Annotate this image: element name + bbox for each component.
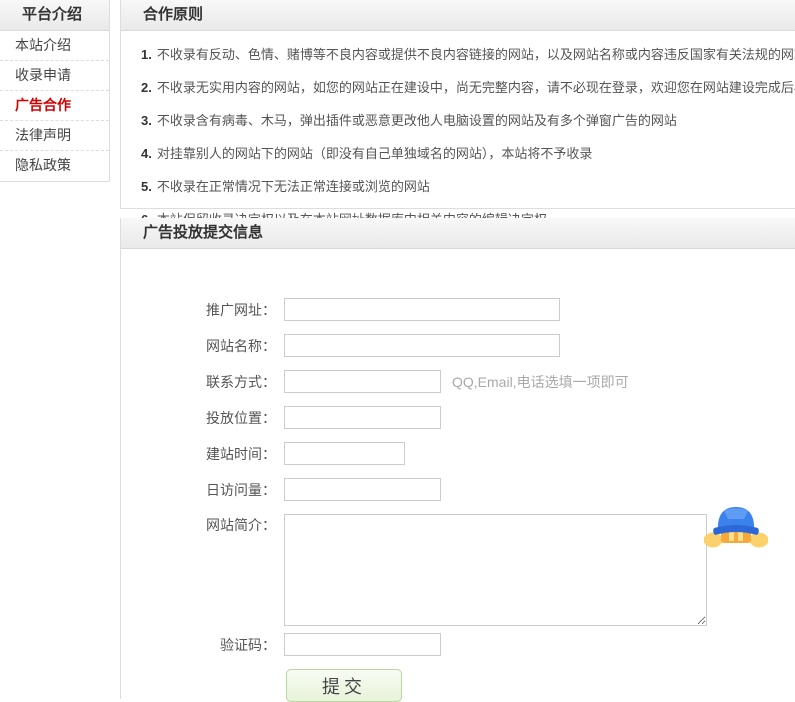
principle-text: 不收录无实用内容的网站，如您的网站正在建设中，尚无完整内容，请不必现在登录，欢迎… xyxy=(157,80,795,95)
sidebar-item-site-intro[interactable]: 本站介绍 xyxy=(0,31,109,61)
captcha-label: 验证码： xyxy=(121,634,276,656)
principles-title: 合作原则 xyxy=(143,6,203,23)
contact-input[interactable] xyxy=(284,370,441,393)
site-created-label: 建站时间： xyxy=(121,443,276,465)
placement-input[interactable] xyxy=(284,406,441,429)
placement-label: 投放位置： xyxy=(121,407,276,429)
form-row-site-name: 网站名称： xyxy=(121,334,795,357)
submit-button[interactable]: 提交 xyxy=(286,669,402,702)
principles-header: 合作原则 xyxy=(121,0,795,31)
sidebar: 平台介绍 本站介绍 收录申请 广告合作 法律声明 隐私政策 xyxy=(0,0,110,182)
sidebar-header: 平台介绍 xyxy=(0,0,109,31)
ad-submission-form: 推广网址： 网站名称： 联系方式： QQ,Email,电话选填一项即可 投放位置… xyxy=(121,298,795,702)
sidebar-item-privacy-policy[interactable]: 隐私政策 xyxy=(0,151,109,181)
sidebar-item-ad-cooperation[interactable]: 广告合作 xyxy=(0,91,109,121)
principle-number: 1. xyxy=(141,47,152,62)
principle-number: 3. xyxy=(141,113,152,128)
principle-text: 不收录在正常情况下无法正常连接或浏览的网站 xyxy=(157,179,430,194)
principle-item: 2.不收录无实用内容的网站，如您的网站正在建设中，尚无完整内容，请不必现在登录，… xyxy=(141,77,786,96)
principle-item: 1.不收录有反动、色情、赌博等不良内容或提供不良内容链接的网站，以及网站名称或内… xyxy=(141,44,786,63)
principle-item: 5. 不收录在正常情况下无法正常连接或浏览的网站 xyxy=(141,176,786,195)
principle-number: 2. xyxy=(141,80,152,95)
principle-item: 3. 不收录含有病毒、木马，弹出插件或恶意更改他人电脑设置的网站及有多个弹窗广告的… xyxy=(141,110,786,129)
principle-text: 不收录含有病毒、木马，弹出插件或恶意更改他人电脑设置的网站及有多个弹窗广告的网站 xyxy=(157,113,677,128)
principle-number: 4. xyxy=(141,146,152,161)
site-name-input[interactable] xyxy=(284,334,560,357)
captcha-input[interactable] xyxy=(284,633,441,656)
form-row-captcha: 验证码： xyxy=(121,633,795,656)
contact-label: 联系方式： xyxy=(121,371,276,393)
form-row-daily-visits: 日访问量： xyxy=(121,478,795,501)
site-created-input[interactable] xyxy=(284,442,405,465)
site-intro-textarea[interactable] xyxy=(284,514,707,626)
sidebar-title: 平台介绍 xyxy=(22,6,82,23)
form-row-site-created: 建站时间： xyxy=(121,442,795,465)
promo-url-input[interactable] xyxy=(284,298,560,321)
sidebar-item-inclusion-apply[interactable]: 收录申请 xyxy=(0,61,109,91)
form-row-site-intro: 网站简介： xyxy=(121,514,795,626)
principles-list: 1. 不收录有反动、色情、赌博等不良内容或提供不良内容链接的网站，以及网站名称或内… xyxy=(121,31,795,228)
contact-hint: QQ,Email,电话选填一项即可 xyxy=(452,372,629,392)
form-row-placement: 投放位置： xyxy=(121,406,795,429)
form-row-promo-url: 推广网址： xyxy=(121,298,795,321)
ad-form-header: 广告投放提交信息 xyxy=(121,218,795,249)
daily-visits-input[interactable] xyxy=(284,478,441,501)
ad-form-title: 广告投放提交信息 xyxy=(143,224,263,241)
submit-row: 提交 xyxy=(121,669,795,702)
promo-url-label: 推广网址： xyxy=(121,299,276,321)
principle-text: 对挂靠别人的网站下的网站（即没有自己单独域名的网站），本站将不予收录 xyxy=(157,146,593,161)
ad-form-panel: 广告投放提交信息 推广网址： 网站名称： 联系方式： QQ,Email,电话选填… xyxy=(120,218,795,699)
sidebar-item-legal-notice[interactable]: 法律声明 xyxy=(0,121,109,151)
site-intro-label: 网站简介： xyxy=(121,514,276,536)
principle-item: 4. 对挂靠别人的网站下的网站（即没有自己单独域名的网站），本站将不予收录 xyxy=(141,143,786,162)
principle-number: 5. xyxy=(141,179,152,194)
principle-text: 不收录有反动、色情、赌博等不良内容或提供不良内容链接的网站，以及网站名称或内容违… xyxy=(157,47,795,62)
form-row-contact: 联系方式： QQ,Email,电话选填一项即可 xyxy=(121,370,795,393)
site-name-label: 网站名称： xyxy=(121,335,276,357)
daily-visits-label: 日访问量： xyxy=(121,479,276,501)
peeking-mascot-icon xyxy=(704,502,768,548)
principles-panel: 合作原则 1.不收录有反动、色情、赌博等不良内容或提供不良内容链接的网站，以及网… xyxy=(120,0,795,209)
